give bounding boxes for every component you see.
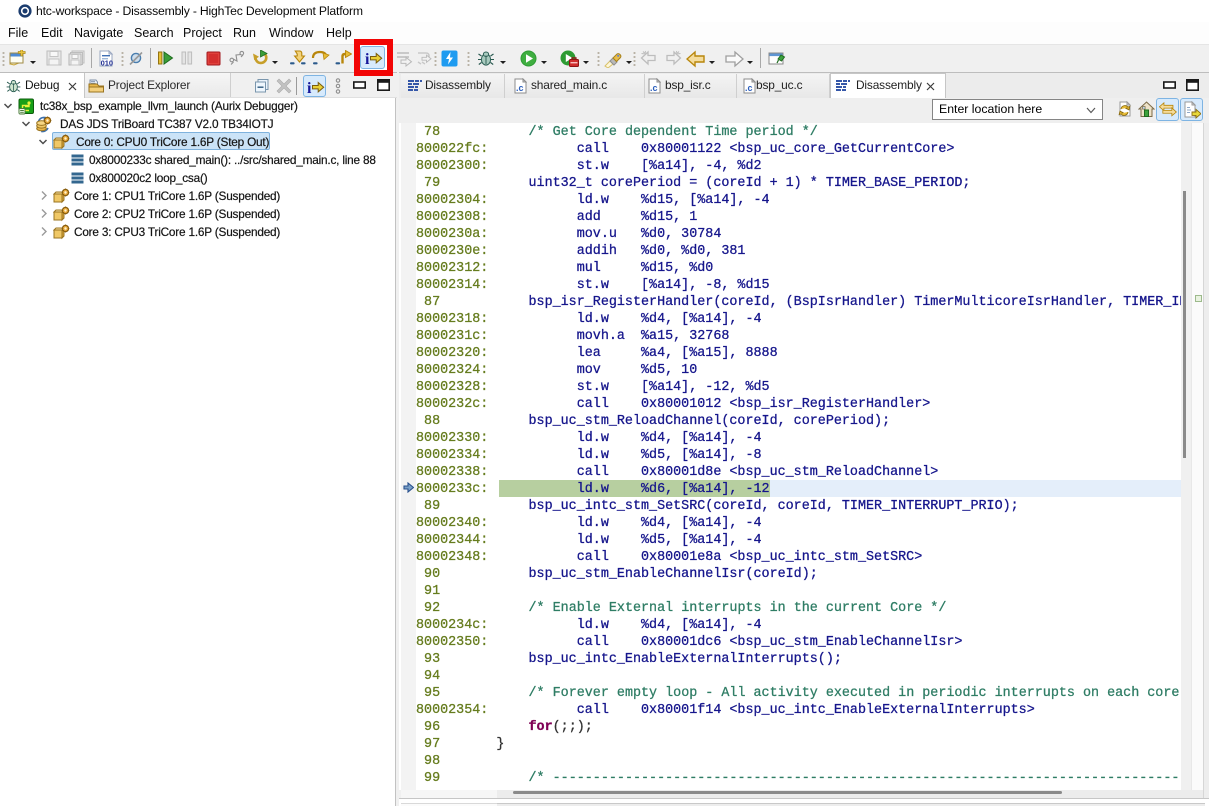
svg-text:.c: .c xyxy=(516,83,524,93)
svg-text:.c: .c xyxy=(745,83,753,93)
svg-text:.c: .c xyxy=(650,83,658,93)
svg-text:i: i xyxy=(365,51,370,67)
svg-text:i: i xyxy=(307,80,312,96)
svg-text:010: 010 xyxy=(101,59,114,68)
